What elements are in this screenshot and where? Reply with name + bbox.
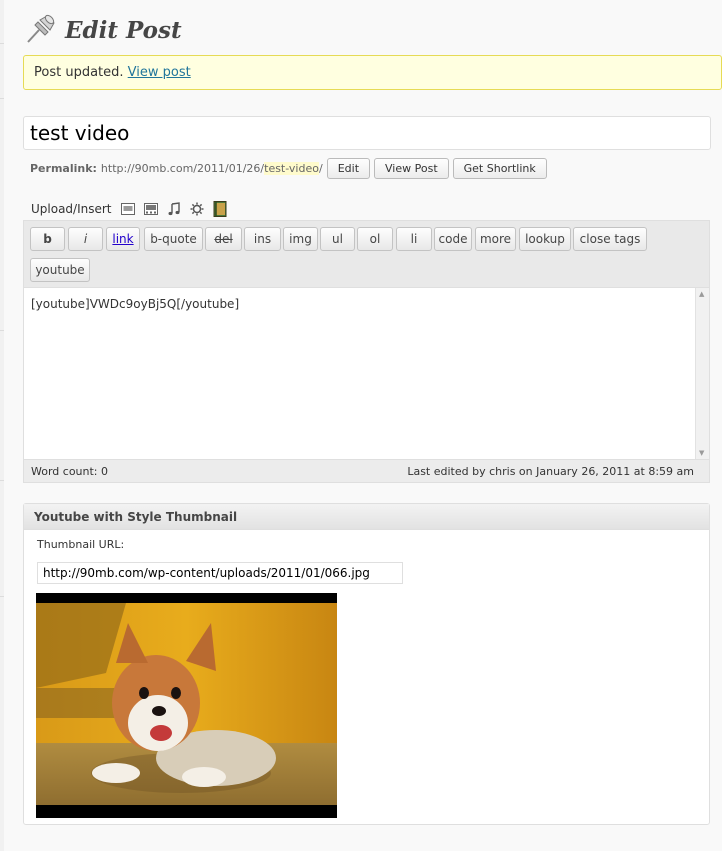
scroll-up-icon[interactable]: ▲: [699, 290, 704, 298]
ol-button[interactable]: ol: [357, 227, 393, 251]
italic-button[interactable]: i: [68, 227, 103, 251]
del-button[interactable]: del: [205, 227, 242, 251]
left-edge-strip: [0, 0, 4, 851]
permalink-row: Permalink: http://90mb.com/2011/01/26/te…: [30, 157, 547, 179]
thumbnail-url-label: Thumbnail URL:: [37, 538, 125, 551]
media-icon[interactable]: [190, 202, 204, 216]
get-shortlink-button[interactable]: Get Shortlink: [452, 157, 547, 179]
code-button[interactable]: code: [434, 227, 472, 251]
youtube-box-title[interactable]: Youtube with Style Thumbnail: [24, 504, 709, 530]
view-post-button[interactable]: View Post: [374, 157, 449, 179]
page-header: Edit Post: [24, 12, 182, 48]
book-icon[interactable]: [213, 201, 227, 217]
more-button[interactable]: more: [475, 227, 516, 251]
audio-icon[interactable]: [167, 202, 181, 216]
blockquote-button[interactable]: b-quote: [144, 227, 203, 251]
upload-insert-label: Upload/Insert: [31, 202, 112, 216]
li-button[interactable]: li: [396, 227, 432, 251]
edit-permalink-button[interactable]: Edit: [326, 157, 371, 179]
video-icon[interactable]: [143, 202, 158, 216]
youtube-thumbnail-box: Youtube with Style Thumbnail Thumbnail U…: [23, 503, 710, 825]
lookup-button[interactable]: lookup: [519, 227, 571, 251]
word-count: Word count: 0: [31, 465, 109, 478]
scroll-down-icon[interactable]: ▼: [699, 449, 704, 457]
content-textarea[interactable]: [youtube]VWDc9oyBj5Q[/youtube]: [24, 288, 709, 320]
permalink-url-suffix: /: [318, 161, 323, 175]
bold-button[interactable]: b: [30, 227, 65, 251]
notice-text: Post updated.: [34, 65, 124, 80]
ins-button[interactable]: ins: [244, 227, 281, 251]
upload-insert-row: Upload/Insert: [31, 199, 227, 219]
link-button[interactable]: link: [106, 227, 140, 251]
permalink-slug[interactable]: test-video: [264, 161, 319, 175]
close-tags-button[interactable]: close tags: [573, 227, 647, 251]
page-title: Edit Post: [65, 16, 182, 44]
last-edited: Last edited by chris on January 26, 2011…: [407, 465, 694, 478]
thumbnail-preview-image: [36, 593, 337, 818]
post-editor: b i link b-quote del ins img ul ol li co…: [23, 220, 710, 483]
ul-button[interactable]: ul: [320, 227, 355, 251]
update-notice: Post updated. View post: [23, 55, 722, 90]
editor-status-bar: Word count: 0 Last edited by chris on Ja…: [24, 459, 709, 482]
view-post-link[interactable]: View post: [128, 65, 191, 80]
img-button[interactable]: img: [283, 227, 318, 251]
content-area[interactable]: [youtube]VWDc9oyBj5Q[/youtube] ▲ ▼: [24, 287, 709, 460]
post-title-input[interactable]: [23, 116, 711, 150]
permalink-url-prefix: http://90mb.com/2011/01/26/: [100, 161, 265, 175]
youtube-button[interactable]: youtube: [30, 258, 90, 282]
content-scrollbar[interactable]: ▲ ▼: [695, 288, 709, 460]
permalink-label: Permalink:: [30, 161, 97, 175]
pushpin-icon: [24, 11, 58, 49]
image-icon[interactable]: [120, 202, 135, 216]
thumbnail-url-input[interactable]: [37, 562, 403, 584]
